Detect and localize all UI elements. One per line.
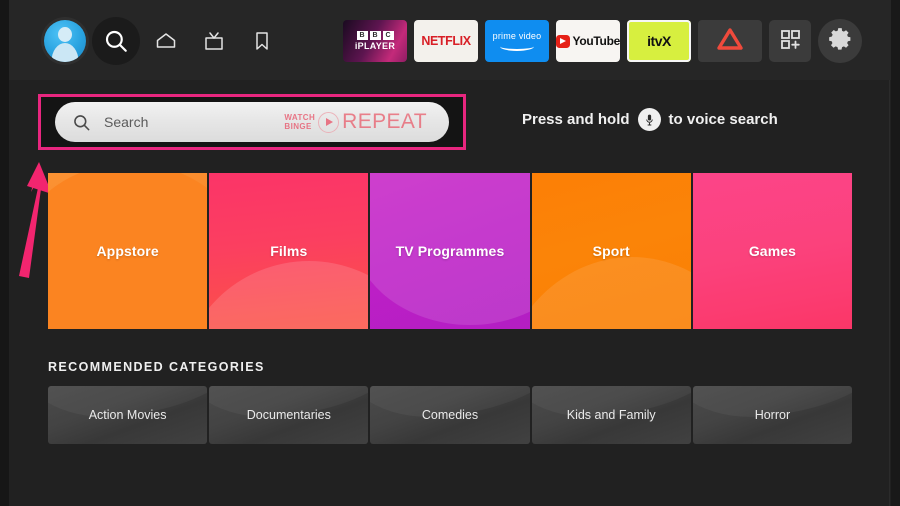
triangle-icon bbox=[715, 26, 745, 57]
home-icon bbox=[154, 29, 178, 53]
tile-decoration bbox=[531, 257, 691, 329]
tile-label: Films bbox=[270, 243, 308, 259]
bbc-block-b2: B bbox=[369, 31, 381, 40]
watermark-line-1: WATCH bbox=[284, 113, 316, 122]
search-icon bbox=[103, 28, 129, 54]
category-horror[interactable]: Horror bbox=[692, 386, 853, 444]
tile-label: Appstore bbox=[96, 243, 159, 259]
category-documentaries[interactable]: Documentaries bbox=[209, 386, 369, 444]
recommended-categories-heading: RECOMMENDED CATEGORIES bbox=[48, 360, 265, 374]
play-circle-icon bbox=[318, 111, 340, 133]
tv-icon bbox=[202, 29, 226, 53]
tile-label: TV Programmes bbox=[395, 243, 505, 259]
search-placeholder-text: Search bbox=[104, 114, 149, 130]
category-action-movies[interactable]: Action Movies bbox=[48, 386, 208, 444]
app-youtube[interactable]: YouTube bbox=[556, 20, 620, 62]
category-label: Kids and Family bbox=[566, 408, 656, 422]
tile-appstore[interactable]: Appstore bbox=[48, 173, 208, 329]
app-prime-video[interactable]: prime video bbox=[485, 20, 549, 62]
nav-search-button[interactable] bbox=[92, 17, 140, 65]
app-triangle[interactable] bbox=[698, 20, 762, 62]
bbc-blocks-icon: B B C bbox=[356, 31, 394, 40]
tv-home-screen: B B C iPLAYER NETFLIX prime video YouTub… bbox=[0, 0, 900, 506]
search-icon bbox=[72, 113, 91, 132]
tile-label: Games bbox=[748, 243, 797, 259]
nav-live-tv-button[interactable] bbox=[192, 19, 236, 63]
category-label: Documentaries bbox=[246, 408, 331, 422]
tile-label: Sport bbox=[592, 243, 630, 259]
search-input[interactable]: Search WATCH BINGE REPEAT bbox=[55, 102, 449, 142]
user-avatar-icon bbox=[44, 20, 86, 62]
watch-binge-repeat-watermark: WATCH BINGE REPEAT bbox=[284, 110, 427, 134]
watermark-repeat-text: REPEAT bbox=[342, 110, 427, 133]
category-label: Horror bbox=[754, 408, 791, 422]
microphone-icon bbox=[637, 108, 661, 131]
bookmark-icon bbox=[250, 29, 274, 53]
category-label: Comedies bbox=[421, 408, 479, 422]
amazon-smile-icon bbox=[500, 42, 534, 51]
app-itvx[interactable]: itvX bbox=[627, 20, 691, 62]
tile-games[interactable]: Games bbox=[692, 173, 853, 329]
bbc-block-c: C bbox=[382, 31, 394, 40]
netflix-wordmark: NETFLIX bbox=[421, 34, 471, 48]
itvx-wordmark: itvX bbox=[647, 33, 671, 49]
left-edge-strip bbox=[0, 0, 9, 506]
youtube-play-icon bbox=[556, 34, 570, 48]
nav-left-group bbox=[42, 17, 284, 65]
nav-app-shortcuts: B B C iPLAYER NETFLIX prime video YouTub… bbox=[343, 19, 862, 63]
tile-sport[interactable]: Sport bbox=[531, 173, 691, 329]
voice-hint-text-after: to voice search bbox=[668, 111, 778, 128]
youtube-wordmark: YouTube bbox=[572, 34, 620, 48]
category-comedies[interactable]: Comedies bbox=[370, 386, 530, 444]
gear-icon bbox=[827, 26, 853, 57]
right-edge-strip bbox=[891, 0, 900, 506]
recommended-categories-row: Action Movies Documentaries Comedies Kid… bbox=[48, 386, 853, 444]
voice-search-hint: Press and hold to voice search bbox=[522, 108, 778, 131]
app-netflix[interactable]: NETFLIX bbox=[414, 20, 478, 62]
top-navigation-bar: B B C iPLAYER NETFLIX prime video YouTub… bbox=[9, 0, 891, 80]
category-label: Action Movies bbox=[88, 408, 167, 422]
iplayer-wordmark: iPLAYER bbox=[354, 41, 396, 51]
profile-avatar[interactable] bbox=[42, 18, 88, 64]
tile-films[interactable]: Films bbox=[209, 173, 369, 329]
nav-home-button[interactable] bbox=[144, 19, 188, 63]
app-bbc-iplayer[interactable]: B B C iPLAYER bbox=[343, 20, 407, 62]
nav-watchlist-button[interactable] bbox=[240, 19, 284, 63]
settings-button[interactable] bbox=[818, 19, 862, 63]
prime-video-wordmark: prime video bbox=[492, 31, 542, 41]
category-kids-and-family[interactable]: Kids and Family bbox=[531, 386, 691, 444]
voice-hint-text-before: Press and hold bbox=[522, 111, 630, 128]
apps-grid-add-icon bbox=[778, 27, 802, 56]
app-grid-button[interactable] bbox=[769, 20, 811, 62]
tile-decoration bbox=[209, 261, 369, 329]
category-tiles-row: Appstore Films TV Programmes Sport Games bbox=[48, 173, 853, 329]
bbc-block-b1: B bbox=[356, 31, 368, 40]
watermark-line-2: BINGE bbox=[284, 122, 312, 131]
watch-binge-text: WATCH BINGE bbox=[284, 113, 315, 131]
tile-tv-programmes[interactable]: TV Programmes bbox=[370, 173, 530, 329]
